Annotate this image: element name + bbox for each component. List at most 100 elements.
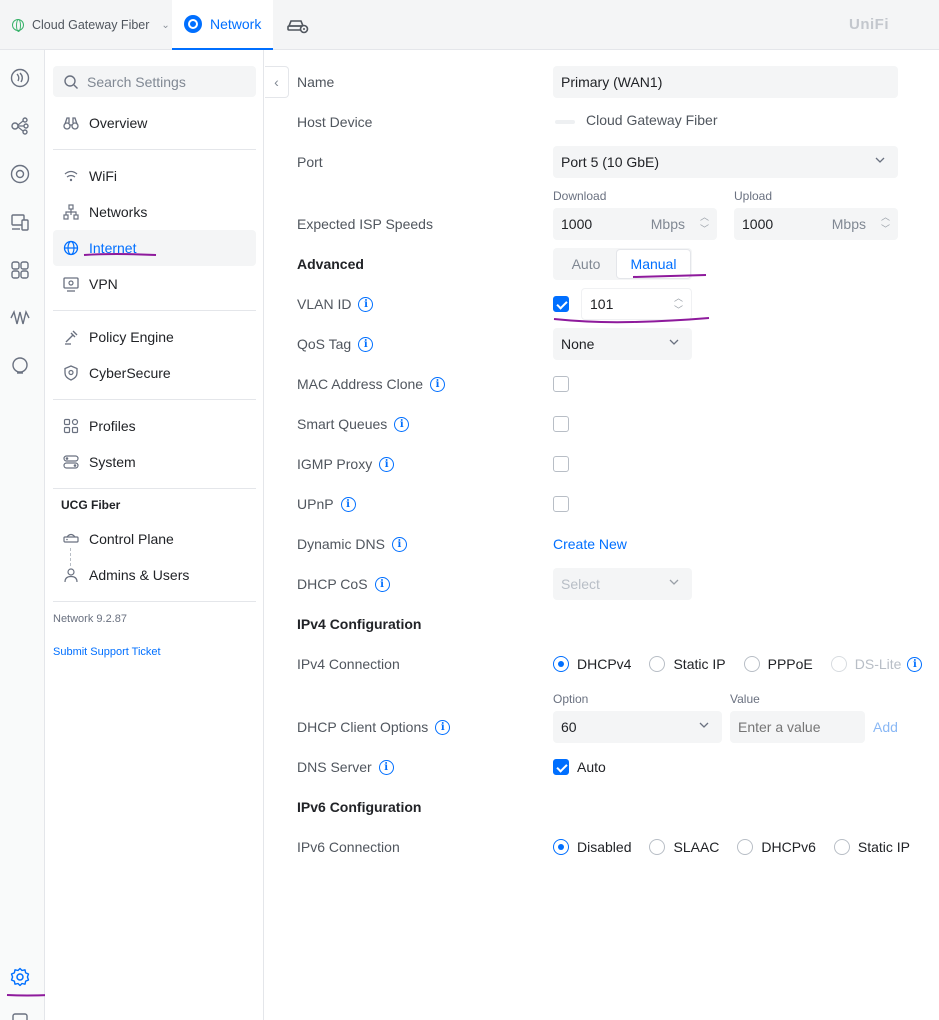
info-icon[interactable]: i (374, 576, 390, 592)
divider (53, 488, 256, 489)
ipv4-pppoe-radio[interactable]: PPPoE (743, 656, 813, 672)
ipv6-heading: IPv6 Configuration (297, 799, 422, 815)
globe-icon (63, 240, 79, 256)
toggles-icon (63, 454, 79, 470)
sidebar-item-profiles[interactable]: Profiles (53, 408, 256, 444)
stepper-icon[interactable]: ︿ ﹀ (674, 292, 683, 316)
annotation-underline (553, 317, 710, 324)
settings-gear-icon[interactable] (10, 967, 30, 987)
info-icon[interactable]: i (340, 496, 356, 512)
info-icon[interactable]: i (907, 656, 923, 672)
option-label: Option (553, 692, 589, 706)
ipv4-heading: IPv4 Configuration (297, 616, 422, 632)
network-app-tab[interactable]: Network (172, 0, 273, 50)
alerts-icon[interactable] (10, 356, 30, 376)
upload-unit: Mbps (831, 216, 866, 232)
info-icon[interactable]: i (391, 536, 407, 552)
qos-tag-select[interactable]: None (553, 328, 692, 360)
wifi-icon (63, 168, 79, 184)
advanced-auto-button[interactable]: Auto (555, 250, 617, 278)
sidebar-item-control-plane[interactable]: Control Plane (53, 521, 256, 557)
ipv6-static-radio[interactable]: Static IP (833, 839, 910, 855)
ipv4-dhcp-radio[interactable]: DHCPv4 (553, 656, 631, 672)
stepper-icon[interactable]: ︿ ﹀ (700, 211, 709, 235)
dhcp-cos-label: DHCP CoS i (297, 574, 390, 594)
sidebar-item-overview[interactable]: Overview (53, 105, 256, 141)
download-unit: Mbps (650, 216, 685, 232)
download-speed-input[interactable]: 1000 Mbps ︿ ﹀ (553, 208, 717, 240)
unifi-devices-icon[interactable] (10, 164, 30, 184)
sidebar-item-label: Control Plane (89, 531, 174, 547)
settings-sidebar: Overview WiFi Networks Internet VPN Poli… (45, 50, 264, 1020)
download-label: Download (553, 189, 607, 203)
upload-speed-input[interactable]: 1000 Mbps ︿ ﹀ (734, 208, 898, 240)
info-icon[interactable]: i (394, 416, 410, 432)
ipv6-dhcpv6-radio[interactable]: DHCPv6 (737, 839, 816, 855)
vlan-id-label: VLAN ID i (297, 294, 374, 314)
dhcp-option-select[interactable]: 60 (553, 711, 722, 743)
insights-wave-icon[interactable] (10, 308, 30, 328)
sidebar-item-networks[interactable]: Networks (53, 194, 256, 230)
dhcp-cos-select[interactable]: Select (553, 568, 692, 600)
ipv4-dslite-radio[interactable]: DS-Lite (830, 656, 901, 672)
chevron-down-icon (875, 157, 885, 163)
chevron-down-icon (669, 579, 679, 585)
stepper-icon[interactable]: ︿ ﹀ (881, 211, 890, 235)
chevron-down-icon (669, 339, 679, 345)
sidebar-item-wifi[interactable]: WiFi (53, 158, 256, 194)
sidebar-item-label: WiFi (89, 168, 117, 184)
sidebar-item-cybersecure[interactable]: CyberSecure (53, 355, 256, 391)
igmp-proxy-label: IGMP Proxy i (297, 454, 395, 474)
smart-queues-checkbox[interactable] (553, 416, 569, 432)
ipv6-connection-label: IPv6 Connection (297, 839, 400, 855)
name-input[interactable]: Primary (WAN1) (553, 66, 898, 98)
ipv6-disabled-radio[interactable]: Disabled (553, 839, 631, 855)
port-select[interactable]: Port 5 (10 GbE) (553, 146, 898, 178)
info-icon[interactable]: i (435, 719, 451, 735)
info-icon[interactable]: i (378, 759, 394, 775)
more-icon[interactable] (10, 1012, 30, 1020)
ipv4-static-radio[interactable]: Static IP (649, 656, 726, 672)
info-icon[interactable]: i (379, 456, 395, 472)
divider (53, 399, 256, 400)
ucg-section-title: UCG Fiber (61, 498, 121, 512)
device-switcher[interactable]: Cloud Gateway Fiber ⌄ (12, 0, 170, 50)
sidebar-item-vpn[interactable]: VPN (53, 266, 256, 302)
collapse-sidebar-button[interactable]: ‹ (265, 66, 289, 98)
info-icon[interactable]: i (358, 296, 374, 312)
client-devices-icon[interactable] (10, 212, 30, 232)
divider (53, 310, 256, 311)
support-ticket-link[interactable]: Submit Support Ticket (53, 646, 161, 658)
search-box[interactable] (53, 66, 256, 97)
top-bar: Cloud Gateway Fiber ⌄ Network UniFi (0, 0, 939, 50)
car-settings-icon[interactable] (287, 16, 309, 34)
dashboard-icon[interactable] (10, 68, 30, 88)
profiles-icon (63, 418, 79, 434)
ipv6-connection-radios: Disabled SLAAC DHCPv6 Static IP (553, 839, 928, 855)
vlan-enable-checkbox[interactable] (553, 296, 569, 312)
mac-clone-checkbox[interactable] (553, 376, 569, 392)
policy-icon (63, 329, 79, 345)
gateway-device-icon (555, 120, 575, 124)
igmp-proxy-checkbox[interactable] (553, 456, 569, 472)
sidebar-item-admins-users[interactable]: Admins & Users (53, 557, 256, 593)
apps-grid-icon[interactable] (10, 260, 30, 280)
info-icon[interactable]: i (358, 336, 374, 352)
gateway-icon (63, 531, 79, 547)
device-name: Cloud Gateway Fiber (32, 18, 150, 32)
host-device-label: Host Device (297, 114, 373, 130)
add-dhcp-option-button[interactable]: Add (873, 719, 898, 735)
dhcp-value-field[interactable] (730, 711, 865, 743)
app-rail (0, 50, 51, 1020)
upnp-checkbox[interactable] (553, 496, 569, 512)
dhcp-value-input[interactable] (730, 719, 855, 735)
dns-auto-checkbox[interactable] (553, 759, 569, 775)
search-input[interactable] (87, 73, 247, 90)
ipv6-slaac-radio[interactable]: SLAAC (649, 839, 719, 855)
create-new-ddns-link[interactable]: Create New (553, 536, 627, 552)
sidebar-item-system[interactable]: System (53, 444, 256, 480)
info-icon[interactable]: i (430, 376, 446, 392)
sidebar-item-policy-engine[interactable]: Policy Engine (53, 319, 256, 355)
topology-icon[interactable] (10, 116, 30, 136)
sidebar-item-internet[interactable]: Internet (53, 230, 256, 266)
